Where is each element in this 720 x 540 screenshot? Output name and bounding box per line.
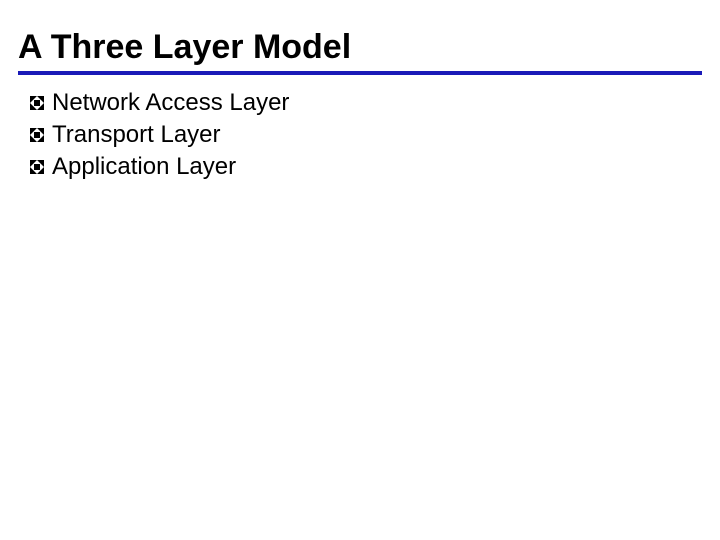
bullet-icon [28,126,46,144]
list-item: Application Layer [28,153,702,181]
bullet-icon [28,94,46,112]
bullet-list: Network Access Layer Transport Layer A [18,89,702,181]
bullet-text: Application Layer [52,153,236,181]
list-item: Network Access Layer [28,89,702,117]
bullet-icon [28,158,46,176]
list-item: Transport Layer [28,121,702,149]
slide-container: A Three Layer Model Network Access Layer [0,0,720,540]
bullet-text: Network Access Layer [52,89,289,117]
bullet-text: Transport Layer [52,121,221,149]
slide-title: A Three Layer Model [18,28,702,75]
